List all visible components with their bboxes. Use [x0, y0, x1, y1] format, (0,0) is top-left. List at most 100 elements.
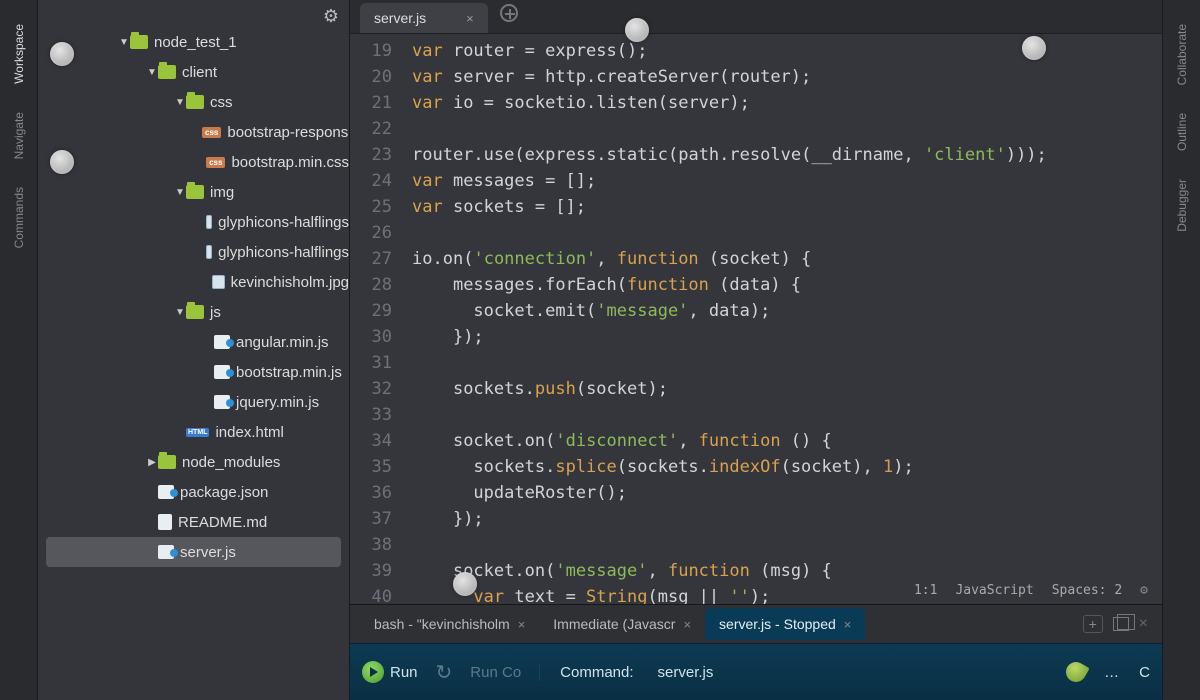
rail-tab-workspace[interactable]: Workspace — [12, 10, 26, 98]
line-number: 39 — [350, 558, 402, 584]
tree-file[interactable]: jquery.min.js — [38, 387, 349, 417]
close-icon[interactable]: × — [518, 617, 526, 632]
code-line[interactable]: socket.emit('message', data); — [412, 298, 1162, 324]
tree-file[interactable]: glyphicons-halflings — [38, 207, 349, 237]
rail-tab-navigate[interactable]: Navigate — [12, 98, 26, 173]
code-content[interactable]: var router = express();var server = http… — [402, 34, 1162, 604]
tree-file[interactable]: server.js — [46, 537, 341, 567]
tree-file[interactable]: cssbootstrap-responsiv — [38, 117, 349, 147]
line-number: 27 — [350, 246, 402, 272]
code-line[interactable] — [412, 116, 1162, 142]
code-editor[interactable]: 1920212223242526272829303132333435363738… — [350, 34, 1162, 604]
tree-item-label: js — [210, 304, 221, 321]
tree-file[interactable]: kevinchisholm.jpg — [38, 267, 349, 297]
gear-icon[interactable]: ⚙ — [323, 6, 339, 27]
run-button[interactable]: Run — [362, 661, 418, 683]
leaf-icon[interactable] — [1062, 658, 1089, 685]
rail-tab-collaborate[interactable]: Collaborate — [1175, 10, 1189, 99]
rail-tab-debugger[interactable]: Debugger — [1175, 165, 1189, 246]
line-number: 24 — [350, 168, 402, 194]
code-line[interactable]: socket.on('disconnect', function () { — [412, 428, 1162, 454]
js-icon — [214, 365, 230, 379]
tree-file[interactable]: angular.min.js — [38, 327, 349, 357]
code-line[interactable]: var sockets = []; — [412, 194, 1162, 220]
tree-file[interactable]: HTMLindex.html — [38, 417, 349, 447]
code-line[interactable]: var server = http.createServer(router); — [412, 64, 1162, 90]
close-icon[interactable]: × — [683, 617, 691, 632]
code-line[interactable]: messages.forEach(function (data) { — [412, 272, 1162, 298]
more-icon[interactable]: … — [1104, 664, 1121, 681]
tree-file[interactable]: package.json — [38, 477, 349, 507]
rail-tab-commands[interactable]: Commands — [12, 173, 26, 262]
run-label: Run — [390, 664, 418, 681]
tree-file[interactable]: cssbootstrap.min.css — [38, 147, 349, 177]
code-line[interactable]: }); — [412, 506, 1162, 532]
code-line[interactable]: sockets.push(socket); — [412, 376, 1162, 402]
tree-item-label: glyphicons-halflings — [218, 214, 349, 231]
close-icon[interactable]: × — [466, 11, 474, 26]
line-number: 34 — [350, 428, 402, 454]
stack-icon[interactable] — [1113, 617, 1129, 631]
js-icon — [158, 485, 174, 499]
add-panel-button[interactable]: + — [1083, 615, 1103, 633]
tree-item-label: bootstrap.min.css — [231, 154, 349, 171]
command-value[interactable]: server.js — [658, 664, 714, 681]
line-gutter: 1920212223242526272829303132333435363738… — [350, 34, 402, 604]
code-line[interactable] — [412, 220, 1162, 246]
new-tab-button[interactable] — [488, 0, 530, 33]
line-number: 23 — [350, 142, 402, 168]
editor-tab[interactable]: server.js × — [360, 3, 488, 33]
code-line[interactable]: var messages = []; — [412, 168, 1162, 194]
right-char: C — [1139, 664, 1150, 681]
tree-file[interactable]: README.md — [38, 507, 349, 537]
language-mode[interactable]: JavaScript — [955, 578, 1033, 604]
line-number: 35 — [350, 454, 402, 480]
image-icon — [206, 215, 212, 229]
play-icon — [362, 661, 384, 683]
tree-item-label: README.md — [178, 514, 267, 531]
code-line[interactable] — [412, 402, 1162, 428]
tree-folder[interactable]: ▼css — [38, 87, 349, 117]
code-line[interactable] — [412, 350, 1162, 376]
bottom-tab[interactable]: bash - "kevinchisholm× — [360, 608, 539, 640]
code-line[interactable]: updateRoster(); — [412, 480, 1162, 506]
bottom-tab[interactable]: Immediate (Javascr× — [539, 608, 705, 640]
run-bar: Run ↻ Run Co Command: server.js … C — [350, 643, 1162, 700]
gear-icon[interactable]: ⚙ — [1140, 578, 1148, 604]
indent-setting[interactable]: Spaces: 2 — [1052, 578, 1122, 604]
doc-icon — [158, 514, 172, 530]
caret-icon: ▼ — [146, 67, 158, 78]
folder-icon — [158, 455, 176, 469]
run-config-label[interactable]: Run Co — [470, 664, 521, 681]
close-icon[interactable]: × — [1139, 615, 1148, 633]
image-icon — [212, 275, 225, 289]
code-line[interactable]: sockets.splice(sockets.indexOf(socket), … — [412, 454, 1162, 480]
code-line[interactable] — [412, 532, 1162, 558]
line-number: 22 — [350, 116, 402, 142]
tree-item-label: server.js — [180, 544, 236, 561]
tree-file[interactable]: glyphicons-halflings — [38, 237, 349, 267]
tree-folder[interactable]: ▼client — [38, 57, 349, 87]
tree-item-label: kevinchisholm.jpg — [231, 274, 349, 291]
rail-tab-outline[interactable]: Outline — [1175, 99, 1189, 165]
code-line[interactable]: router.use(express.static(path.resolve(_… — [412, 142, 1162, 168]
code-line[interactable]: var router = express(); — [412, 38, 1162, 64]
tree-folder[interactable]: ▶node_modules — [38, 447, 349, 477]
code-line[interactable]: var io = socketio.listen(server); — [412, 90, 1162, 116]
tree-item-label: package.json — [180, 484, 268, 501]
folder-icon — [186, 95, 204, 109]
tree-folder[interactable]: ▼node_test_1 — [38, 27, 349, 57]
caret-icon: ▼ — [174, 307, 186, 318]
bottom-tab[interactable]: server.js - Stopped× — [705, 608, 865, 640]
reload-icon[interactable]: ↻ — [436, 660, 453, 685]
bottom-panel: bash - "kevinchisholm×Immediate (Javascr… — [350, 604, 1162, 700]
code-line[interactable]: io.on('connection', function (socket) { — [412, 246, 1162, 272]
command-label: Command: — [560, 664, 633, 681]
code-line[interactable]: }); — [412, 324, 1162, 350]
tree-folder[interactable]: ▼img — [38, 177, 349, 207]
bottom-tab-controls: + × — [1083, 615, 1162, 633]
tree-folder[interactable]: ▼ js — [38, 297, 349, 327]
js-icon — [158, 545, 174, 559]
close-icon[interactable]: × — [844, 617, 852, 632]
tree-file[interactable]: bootstrap.min.js — [38, 357, 349, 387]
